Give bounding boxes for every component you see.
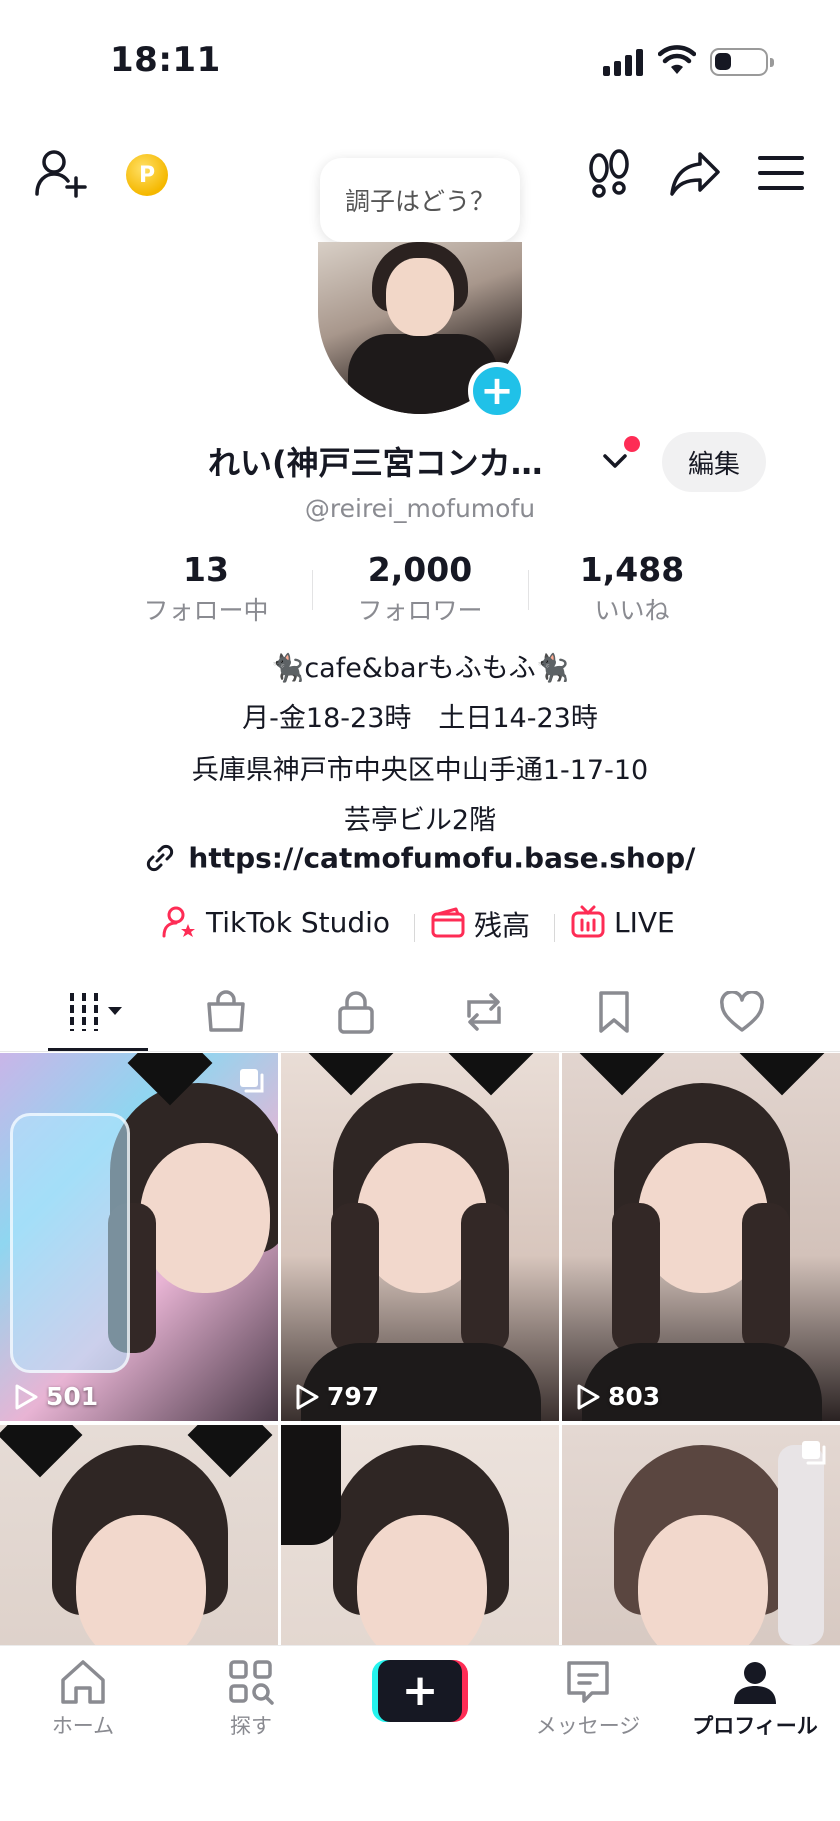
multi-photo-icon <box>802 1441 826 1465</box>
active-tab-indicator <box>48 1048 148 1051</box>
nav-profile-label: プロフィール <box>692 1714 818 1738</box>
bio-line: 兵庫県神戸市中央区中山手通1-17-10 <box>191 755 649 786</box>
play-icon <box>15 1384 38 1409</box>
tab-private[interactable] <box>328 988 384 1036</box>
battery-icon <box>710 48 774 76</box>
bio-link-text[interactable]: https://catmofumofu.base.shop/ <box>188 842 695 875</box>
add-story-button[interactable]: + <box>468 362 526 420</box>
live-tv-icon <box>571 905 605 938</box>
video-thumbnail[interactable] <box>562 1425 840 1645</box>
following-count: 13 <box>183 550 229 589</box>
explore-grid-icon <box>229 1660 274 1705</box>
bookmark-icon <box>599 991 629 1033</box>
content-tabs <box>0 970 840 1052</box>
shopping-bag-icon <box>207 990 245 1032</box>
status-time: 18:11 <box>110 40 221 80</box>
followers-stat[interactable]: 2,000 フォロワー <box>320 550 520 627</box>
video-grid-icon <box>70 993 122 1031</box>
notification-dot <box>624 436 640 452</box>
nav-explore-label: 探す <box>230 1714 272 1738</box>
tool-separator <box>554 914 555 942</box>
likes-stat[interactable]: 1,488 いいね <box>532 550 732 627</box>
edit-profile-button[interactable]: 編集 <box>662 432 766 492</box>
stat-divider <box>312 570 313 610</box>
grid-gap <box>0 1421 840 1425</box>
view-count: 797 <box>293 1382 379 1411</box>
grid-gap <box>278 1053 281 1645</box>
followers-label: フォロワー <box>357 596 483 625</box>
profile-icon <box>734 1662 776 1704</box>
tab-saved[interactable] <box>586 988 642 1036</box>
signal-icon <box>603 48 645 76</box>
footprints-icon[interactable] <box>584 148 634 200</box>
likes-count: 1,488 <box>579 550 685 589</box>
message-icon <box>567 1661 609 1703</box>
status-bar: 18:11 <box>0 0 840 110</box>
play-icon <box>577 1384 600 1409</box>
video-thumbnail[interactable]: 797 <box>281 1053 559 1421</box>
balance-label: 残高 <box>474 909 531 942</box>
video-thumbnail[interactable] <box>0 1425 278 1645</box>
view-count-value: 803 <box>608 1382 661 1411</box>
tab-liked[interactable] <box>714 988 770 1036</box>
status-prompt-bubble[interactable]: 調子はどう？ <box>320 158 520 242</box>
bottom-nav: ホーム 探す + メッセージ プロフィール <box>0 1645 840 1821</box>
nav-messages-label: メッセージ <box>535 1714 641 1738</box>
live-button[interactable]: LIVE <box>570 904 675 940</box>
tab-videos[interactable] <box>66 988 136 1036</box>
multi-photo-icon <box>240 1069 264 1093</box>
wifi-icon <box>658 45 696 74</box>
followers-count: 2,000 <box>367 550 473 589</box>
view-count: 803 <box>574 1382 660 1411</box>
bio-line: 月-金18-23時 土日14-23時 <box>242 703 598 734</box>
nav-home[interactable]: ホーム <box>8 1658 158 1740</box>
following-label: フォロー中 <box>143 596 269 625</box>
chevron-down-icon[interactable] <box>602 448 628 474</box>
heart-icon <box>720 991 764 1032</box>
link-icon <box>146 844 173 872</box>
bio-line: 芸亭ビル2階 <box>343 805 497 836</box>
following-stat[interactable]: 13 フォロー中 <box>106 550 306 627</box>
share-icon[interactable] <box>668 150 722 198</box>
nav-home-label: ホーム <box>51 1714 115 1738</box>
create-button[interactable]: + <box>372 1660 468 1722</box>
add-friend-icon[interactable] <box>34 146 88 200</box>
bio-link[interactable]: https://catmofumofu.base.shop/ <box>0 840 840 875</box>
menu-icon[interactable] <box>758 154 804 192</box>
tab-shop[interactable] <box>198 988 254 1036</box>
tool-separator <box>414 914 415 942</box>
creator-tools: TikTok Studio 残高 LIVE <box>0 904 840 948</box>
studio-label: TikTok Studio <box>206 905 391 939</box>
wallet-icon <box>431 907 465 938</box>
repost-icon <box>467 993 501 1031</box>
nav-explore[interactable]: 探す <box>176 1658 326 1740</box>
coin-icon[interactable]: P <box>126 154 168 196</box>
nav-profile[interactable]: プロフィール <box>680 1658 830 1740</box>
likes-label: いいね <box>594 596 670 625</box>
display-name[interactable]: れい(神戸三宮コンカ… <box>208 438 543 484</box>
lock-icon <box>338 991 374 1034</box>
studio-icon <box>162 906 195 938</box>
home-icon <box>61 1660 105 1704</box>
balance-button[interactable]: 残高 <box>430 904 530 944</box>
nav-messages[interactable]: メッセージ <box>513 1658 663 1740</box>
bio-line: 🐈‍⬛cafe&barもふもふ🐈‍⬛ <box>270 653 570 684</box>
plus-icon: + <box>378 1660 462 1722</box>
video-thumbnail[interactable]: 501 <box>0 1053 278 1421</box>
tab-reposts[interactable] <box>456 988 512 1036</box>
video-grid: 501 797 803 <box>0 1053 840 1645</box>
video-thumbnail[interactable]: 803 <box>562 1053 840 1421</box>
stat-divider <box>528 570 529 610</box>
tiktok-studio-button[interactable]: TikTok Studio <box>162 904 390 940</box>
grid-gap <box>559 1053 562 1645</box>
live-label: LIVE <box>614 905 675 939</box>
view-count-value: 797 <box>327 1382 380 1411</box>
view-count: 501 <box>12 1382 98 1411</box>
view-count-value: 501 <box>46 1382 99 1411</box>
video-thumbnail[interactable] <box>281 1425 559 1645</box>
username: @reirei_mofumofu <box>304 494 536 523</box>
play-icon <box>296 1384 319 1409</box>
